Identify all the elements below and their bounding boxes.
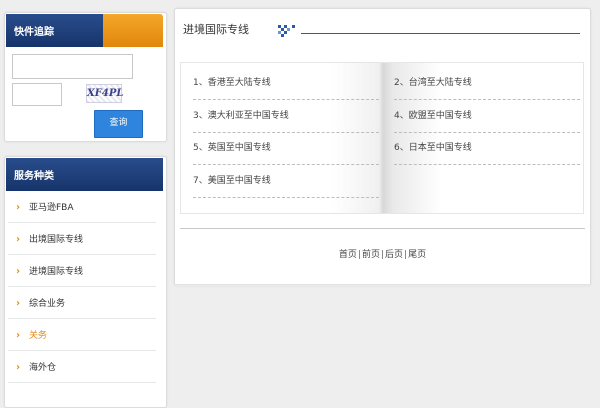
title-divider [301, 33, 580, 34]
line-link-us-china[interactable]: 7、美国至中国专线 [193, 165, 379, 198]
service-panel-title: 服务种类 [6, 158, 163, 191]
service-item-inbound-lines[interactable]: › 进境国际专线 [8, 255, 156, 287]
next-page-link[interactable]: 后页 [385, 250, 403, 260]
captcha-input[interactable] [12, 83, 62, 106]
service-item-overseas-warehouse[interactable]: › 海外仓 [8, 351, 156, 383]
line-link-uk-china[interactable]: 5、英国至中国专线 [193, 132, 379, 165]
pager-separator: | [380, 250, 385, 260]
line-link-jp-china[interactable]: 6、日本至中国专线 [394, 132, 580, 165]
pager-separator: | [404, 250, 408, 260]
page-title: 进境国际专线 [183, 23, 249, 36]
tracking-panel-title: 快件追踪 [6, 14, 103, 47]
tracking-number-input[interactable] [12, 54, 133, 79]
chevron-right-icon: › [16, 330, 21, 341]
service-menu: › 亚马逊FBA › 出境国际专线 › 进境国际专线 › 综合业务 › 关务 ›… [6, 191, 162, 383]
line-link-eu-china[interactable]: 4、欧盟至中国专线 [394, 100, 580, 133]
line-link-tw-mainland[interactable]: 2、台湾至大陆专线 [394, 67, 580, 100]
line-link-au-china[interactable]: 3、澳大利亚至中国专线 [193, 100, 379, 133]
chevron-right-icon: › [16, 234, 21, 245]
service-item-label: 出境国际专线 [29, 235, 84, 245]
service-item-label: 海外仓 [29, 363, 57, 373]
first-page-link[interactable]: 首页 [339, 250, 357, 260]
chevron-right-icon: › [16, 202, 21, 213]
service-item-general[interactable]: › 综合业务 [8, 287, 156, 319]
tracking-panel: 快件追踪 XF4PL 查询 [4, 12, 167, 142]
tracking-header-accent [103, 14, 163, 47]
service-item-label: 综合业务 [29, 299, 66, 309]
prev-page-link[interactable]: 前页 [362, 250, 380, 260]
service-item-outbound-lines[interactable]: › 出境国际专线 [8, 223, 156, 255]
service-item-label: 关务 [29, 331, 48, 341]
service-item-label: 进境国际专线 [29, 267, 84, 277]
chevron-right-icon: › [16, 362, 21, 373]
service-item-customs[interactable]: › 关务 [8, 319, 156, 351]
service-item-amazon-fba[interactable]: › 亚马逊FBA [8, 191, 156, 223]
service-item-label: 亚马逊FBA [29, 203, 74, 213]
captcha-image[interactable]: XF4PL [86, 84, 123, 103]
line-list: 1、香港至大陆专线 2、台湾至大陆专线 3、澳大利亚至中国专线 4、欧盟至中国专… [180, 62, 584, 214]
pager-divider [180, 228, 585, 229]
main-content-panel: 进境国际专线 1、香港至大陆专线 2、台湾至大陆专线 3、澳大利亚至中国专线 4… [174, 8, 591, 286]
pagination: 首页|前页|后页|尾页 [175, 247, 590, 260]
pixel-pattern-icon [278, 25, 295, 37]
pager-separator: | [357, 250, 361, 260]
last-page-link[interactable]: 尾页 [408, 250, 426, 260]
line-link-hk-mainland[interactable]: 1、香港至大陆专线 [193, 67, 379, 100]
panel-shadow [174, 284, 589, 286]
query-button[interactable]: 查询 [94, 110, 143, 138]
chevron-right-icon: › [16, 298, 21, 309]
chevron-right-icon: › [16, 266, 21, 277]
service-categories-panel: 服务种类 › 亚马逊FBA › 出境国际专线 › 进境国际专线 › 综合业务 ›… [4, 156, 167, 408]
